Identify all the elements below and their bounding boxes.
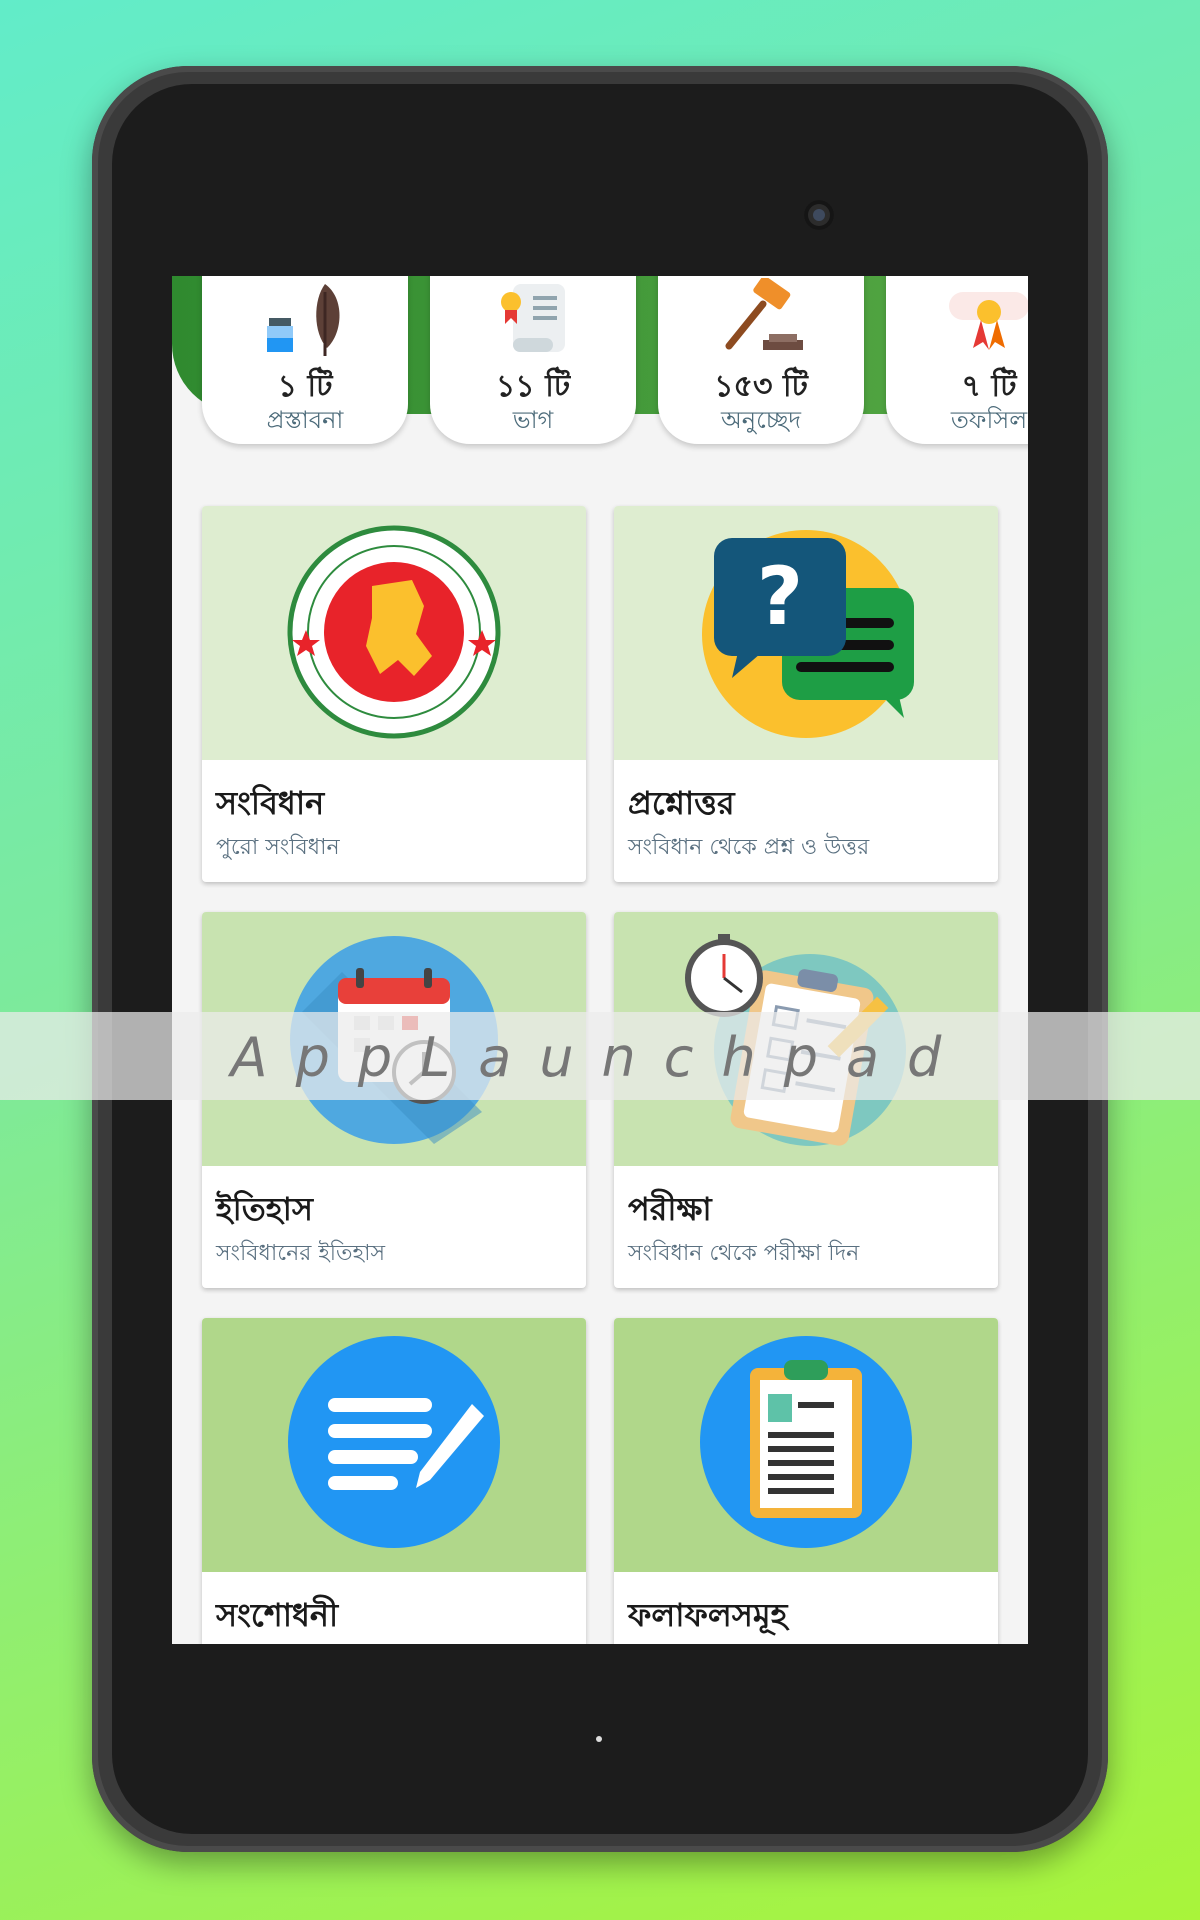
card-exam[interactable]: পরীক্ষা সংবিধান থেকে পরীক্ষা দিন	[614, 912, 998, 1288]
scroll-certificate-icon	[501, 284, 565, 352]
stat-card-schedules[interactable]: ৭ টি তফসিল	[886, 276, 1028, 444]
stat-label: তফসিল	[950, 406, 1028, 434]
card-subtitle: সংবিধান থেকে পরীক্ষা দিন	[628, 1241, 860, 1266]
app-screenshot: { "stats": [ {"count": "১ টি", "label": …	[0, 0, 1200, 1920]
stat-label: প্রস্তাবনা	[266, 406, 344, 434]
ink-quill-icon	[267, 284, 340, 356]
stat-card-parts[interactable]: ১১ টি ভাগ	[430, 276, 636, 444]
card-title: ইতিহাস	[216, 1190, 314, 1228]
front-camera	[804, 200, 834, 230]
government-seal-icon	[287, 525, 501, 739]
svg-text:?: ?	[757, 550, 803, 643]
card-amendments[interactable]: সংশোধনী	[202, 1318, 586, 1644]
watermark-banner: AppLaunchpad	[0, 1012, 1200, 1100]
card-subtitle: সংবিধানের ইতিহাস	[216, 1241, 386, 1266]
edit-document-icon	[288, 1336, 500, 1548]
home-indicator	[596, 1736, 602, 1742]
card-image	[202, 506, 586, 760]
gavel-icon	[725, 278, 803, 350]
card-image	[202, 1318, 586, 1572]
stat-card-preamble[interactable]: ১ টি প্রস্তাবনা	[202, 276, 408, 444]
card-title: প্রশ্নোত্তর	[628, 784, 735, 822]
card-subtitle: সংবিধান থেকে প্রশ্ন ও উত্তর	[628, 835, 870, 860]
question-chat-icon: ?	[702, 530, 914, 738]
app-screen: ১ টি প্রস্তাবনা ১১ টি ভাগ ১৫৩ টি অনুচ্ছে…	[172, 276, 1028, 1644]
card-qa[interactable]: ? প্রশ্নোত্তর সংবিধান থেকে প্রশ্ন ও উত্ত…	[614, 506, 998, 882]
results-clipboard-icon	[700, 1336, 912, 1548]
stats-row: ১ টি প্রস্তাবনা ১১ টি ভাগ ১৫৩ টি অনুচ্ছে…	[202, 276, 1028, 446]
stat-label: ভাগ	[512, 406, 554, 434]
card-image: ?	[614, 506, 998, 760]
stat-card-articles[interactable]: ১৫৩ টি অনুচ্ছেদ	[658, 276, 864, 444]
card-constitution[interactable]: সংবিধান পুরো সংবিধান	[202, 506, 586, 882]
stat-label: অনুচ্ছেদ	[720, 406, 802, 434]
card-image	[614, 1318, 998, 1572]
card-title: সংশোধনী	[216, 1596, 339, 1634]
card-history[interactable]: ইতিহাস সংবিধানের ইতিহাস	[202, 912, 586, 1288]
card-results[interactable]: ফলাফলসমূহ	[614, 1318, 998, 1644]
card-title: ফলাফলসমূহ	[628, 1596, 788, 1634]
diploma-ribbon-icon	[949, 292, 1028, 350]
watermark-text: AppLaunchpad	[230, 1026, 970, 1089]
card-title: পরীক্ষা	[628, 1190, 712, 1228]
card-title: সংবিধান	[216, 784, 325, 822]
card-subtitle: পুরো সংবিধান	[216, 835, 340, 860]
